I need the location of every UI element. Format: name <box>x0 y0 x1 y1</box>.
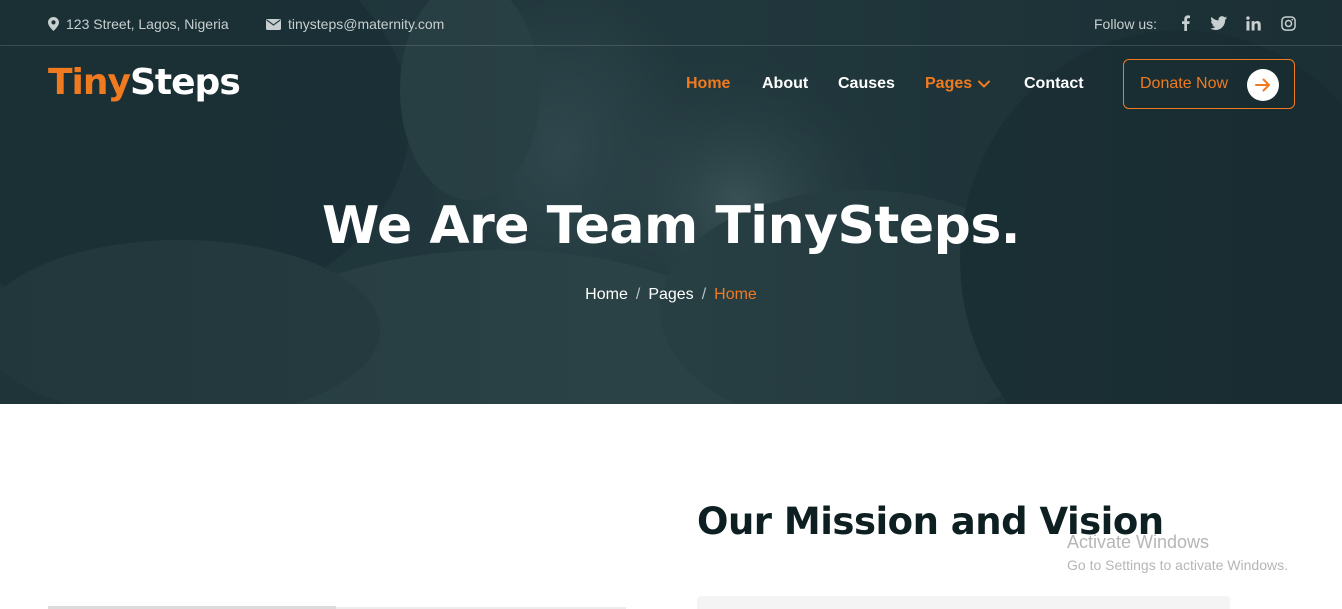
breadcrumb-home[interactable]: Home <box>585 286 628 304</box>
email-text[interactable]: tinysteps@maternity.com <box>288 16 444 32</box>
page-title: We Are Team TinySteps. <box>321 196 1021 256</box>
logo-part-steps: Steps <box>130 62 241 103</box>
linkedin-icon[interactable] <box>1244 14 1262 32</box>
activate-windows-title: Activate Windows <box>1067 532 1210 552</box>
instagram-icon[interactable] <box>1279 14 1297 32</box>
chevron-down-icon <box>978 75 991 93</box>
logo-part-tiny: Tiny <box>48 62 131 103</box>
hero-banner: 123 Street, Lagos, Nigeria tinysteps@mat… <box>0 0 1342 404</box>
breadcrumb-separator: / <box>635 286 641 303</box>
donate-now-button[interactable]: Donate Now <box>1123 59 1295 109</box>
breadcrumb-separator: / <box>701 286 707 303</box>
arrow-right-icon <box>1247 69 1279 101</box>
breadcrumb-pages[interactable]: Pages <box>648 286 693 304</box>
nav-home[interactable]: Home <box>686 74 730 94</box>
site-logo[interactable]: Tiny Steps <box>48 62 241 106</box>
email-item[interactable]: tinysteps@maternity.com <box>266 14 444 34</box>
facebook-icon[interactable] <box>1176 14 1194 32</box>
activate-windows-subtitle: Go to Settings to activate Windows. <box>1067 557 1288 573</box>
envelope-icon <box>266 18 281 30</box>
address-text: 123 Street, Lagos, Nigeria <box>66 16 229 32</box>
location-pin-icon <box>48 17 59 31</box>
top-bar: 123 Street, Lagos, Nigeria tinysteps@mat… <box>0 0 1342 46</box>
nav-contact[interactable]: Contact <box>1024 74 1084 94</box>
nav-causes[interactable]: Causes <box>838 74 895 94</box>
content-card <box>697 596 1230 609</box>
follow-label: Follow us: <box>1094 16 1158 32</box>
nav-about[interactable]: About <box>762 74 808 94</box>
nav-pages-dropdown[interactable]: Pages <box>925 74 991 94</box>
breadcrumb: Home / Pages / Home <box>0 286 1342 304</box>
breadcrumb-current: Home <box>714 286 757 303</box>
address-item: 123 Street, Lagos, Nigeria <box>48 14 229 34</box>
donate-label: Donate Now <box>1140 75 1229 92</box>
nav-pages-label: Pages <box>925 75 973 92</box>
twitter-icon[interactable] <box>1209 14 1227 32</box>
